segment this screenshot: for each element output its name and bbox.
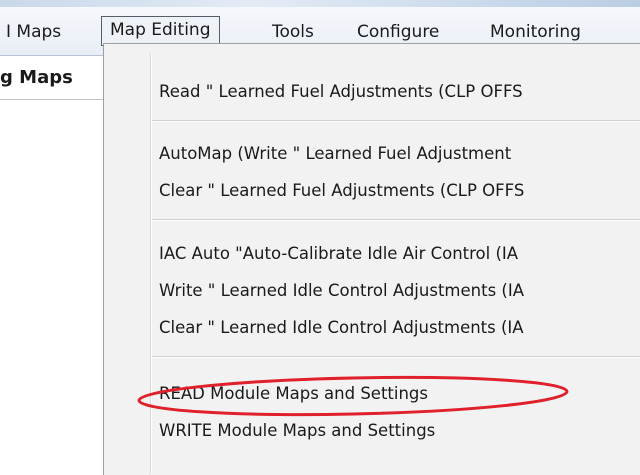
- menu-efi-maps[interactable]: I Maps: [6, 17, 61, 47]
- menu-item-automap-write-learned-fuel[interactable]: AutoMap (Write " Learned Fuel Adjustment: [159, 144, 511, 163]
- menu-item-write-learned-idle[interactable]: Write " Learned Idle Control Adjustments…: [159, 281, 524, 300]
- left-panel-divider: [0, 99, 112, 100]
- menu-item-clear-learned-fuel[interactable]: Clear " Learned Fuel Adjustments (CLP OF…: [159, 181, 524, 200]
- menu-separator: [152, 356, 640, 358]
- menu-item-read-learned-fuel[interactable]: Read " Learned Fuel Adjustments (CLP OFF…: [159, 82, 523, 101]
- left-panel-tab[interactable]: g Maps: [0, 67, 73, 88]
- menu-separator: [152, 219, 640, 221]
- menu-item-write-module-maps[interactable]: WRITE Module Maps and Settings: [159, 421, 435, 440]
- left-panel: g Maps: [0, 56, 112, 474]
- menu-map-editing[interactable]: Map Editing: [101, 16, 220, 46]
- menu-item-iac-auto-calibrate[interactable]: IAC Auto "Auto-Calibrate Idle Air Contro…: [159, 244, 518, 263]
- menu-item-read-module-maps[interactable]: READ Module Maps and Settings: [159, 384, 428, 403]
- map-editing-dropdown: Read " Learned Fuel Adjustments (CLP OFF…: [103, 43, 640, 475]
- menu-separator: [152, 120, 640, 122]
- title-bar-edge: [0, 0, 640, 7]
- menu-gutter-highlight: [151, 54, 152, 474]
- menu-item-clear-learned-idle[interactable]: Clear " Learned Idle Control Adjustments…: [159, 318, 524, 337]
